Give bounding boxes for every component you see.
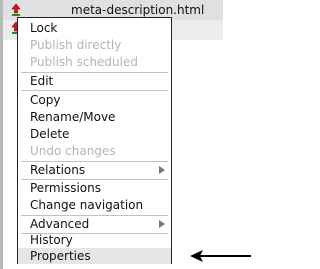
menu-item-publish-directly: Publish directly	[30, 38, 122, 52]
menu-item-properties[interactable]: Properties	[18, 248, 171, 264]
menu-item-permissions[interactable]: Permissions	[18, 180, 171, 196]
menu-item-label: Relations	[30, 163, 86, 177]
menu-item-edit[interactable]: Edit	[18, 73, 171, 89]
menu-item-publish-scheduled: Publish scheduled	[30, 55, 138, 69]
menu-item-rename-move[interactable]: Rename/Move	[18, 109, 171, 125]
arrow-left-icon	[190, 250, 251, 262]
submenu-arrow-icon	[159, 220, 165, 228]
submenu-arrow-icon	[159, 166, 165, 174]
upload-file-icon	[11, 3, 21, 16]
menu-item-history[interactable]: History	[18, 232, 171, 248]
menu-separator	[21, 90, 168, 91]
menu-item-lock[interactable]: Lock	[18, 20, 171, 36]
menu-item-copy[interactable]: Copy	[18, 92, 171, 108]
menu-item-advanced[interactable]: Advanced	[18, 216, 171, 232]
menu-item-relations[interactable]: Relations	[18, 162, 171, 178]
menu-item-label: Advanced	[30, 217, 90, 231]
tree-left-border	[0, 0, 3, 269]
menu-item-delete[interactable]: Delete	[18, 126, 171, 142]
menu-item-change-navigation[interactable]: Change navigation	[18, 197, 171, 213]
context-menu: Lock Publish directly Publish scheduled …	[17, 17, 172, 264]
file-name[interactable]: meta-description.html	[71, 3, 204, 17]
menu-item-undo-changes: Undo changes	[30, 144, 116, 158]
